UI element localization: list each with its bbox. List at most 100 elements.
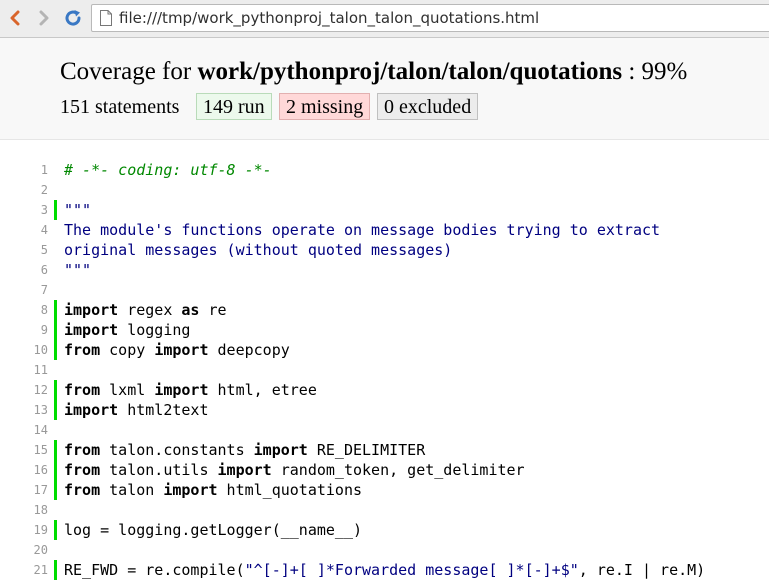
line-code: import logging [64, 320, 190, 340]
line-number[interactable]: 13 [0, 400, 48, 420]
missing-toggle-button[interactable]: 2 missing [279, 93, 371, 120]
line-number[interactable]: 7 [0, 280, 48, 300]
line-number[interactable]: 3 [0, 200, 48, 220]
line-code: from talon import html_quotations [64, 480, 362, 500]
line-code: from talon.utils import random_token, ge… [64, 460, 525, 480]
keyword-token: import [217, 461, 272, 479]
keyword-token: from [64, 461, 101, 479]
source-line: 12 from lxml import html, etree [0, 380, 769, 400]
source-line: 9 import logging [0, 320, 769, 340]
line-number[interactable]: 19 [0, 520, 48, 540]
source-line: 17 from talon import html_quotations [0, 480, 769, 500]
line-number[interactable]: 15 [0, 440, 48, 460]
string-token: The module's functions operate on messag… [64, 221, 661, 239]
forward-button[interactable] [33, 7, 55, 29]
line-code: # -*- coding: utf-8 -*- [64, 160, 272, 180]
line-number[interactable]: 21 [0, 560, 48, 580]
run-toggle-button[interactable]: 149 run [196, 93, 272, 120]
keyword-token: from [64, 381, 101, 399]
line-code: log = logging.getLogger(__name__) [64, 520, 362, 540]
keyword-token: from [64, 341, 101, 359]
source-line: 5 original messages (without quoted messa… [0, 240, 769, 260]
code-token: random_token, get_delimiter [271, 461, 525, 479]
line-number[interactable]: 18 [0, 500, 48, 520]
keyword-token: from [64, 481, 101, 499]
source-line: 6 """ [0, 260, 769, 280]
line-code: import html2text [64, 400, 209, 420]
chevron-right-icon [39, 10, 49, 26]
reload-button[interactable] [62, 7, 84, 29]
line-number[interactable]: 11 [0, 360, 48, 380]
source-line: 16 from talon.utils import random_token, … [0, 460, 769, 480]
run-marker [54, 460, 57, 480]
line-number[interactable]: 8 [0, 300, 48, 320]
code-token: lxml [100, 381, 155, 399]
chevron-left-icon [10, 10, 20, 26]
line-number[interactable]: 9 [0, 320, 48, 340]
run-marker [54, 380, 57, 400]
source-line: 1 # -*- coding: utf-8 -*- [0, 160, 769, 180]
run-marker [54, 320, 57, 340]
run-marker [54, 440, 57, 460]
code-token: logging [118, 321, 191, 339]
source-line: 8 import regex as re [0, 300, 769, 320]
run-marker [54, 480, 57, 500]
coverage-header: Coverage for work/pythonproj/talon/talon… [0, 38, 769, 140]
code-token: re [199, 301, 227, 319]
line-number[interactable]: 16 [0, 460, 48, 480]
comment-token: # -*- coding: utf-8 -*- [64, 161, 272, 179]
code-token: talon.constants [100, 441, 254, 459]
url-text[interactable]: file:///tmp/work_pythonproj_talon_talon_… [119, 9, 539, 27]
run-marker [54, 400, 57, 420]
reload-icon [65, 10, 81, 26]
code-token: deepcopy [208, 341, 290, 359]
code-token: html, etree [208, 381, 317, 399]
line-number[interactable]: 4 [0, 220, 48, 240]
address-bar[interactable]: file:///tmp/work_pythonproj_talon_talon_… [91, 4, 769, 32]
page-title: Coverage for work/pythonproj/talon/talon… [60, 58, 687, 86]
source-line: 7 [0, 280, 769, 300]
keyword-token: import [163, 481, 218, 499]
line-number[interactable]: 5 [0, 240, 48, 260]
code-token: talon [100, 481, 164, 499]
source-line: 3 """ [0, 200, 769, 220]
module-path: work/pythonproj/talon/talon/quotations [197, 58, 623, 85]
statements-count: 151 statements [60, 96, 180, 118]
line-number[interactable]: 1 [0, 160, 48, 180]
code-token: log = logging.getLogger(__name__) [64, 521, 363, 539]
line-number[interactable]: 14 [0, 420, 48, 440]
line-code: original messages (without quoted messag… [64, 240, 452, 260]
page-icon [100, 10, 112, 26]
line-code: RE_FWD = re.compile("^[-]+[ ]*Forwarded … [64, 560, 705, 580]
line-code: """ [64, 260, 91, 280]
code-token: , re.I | re.M) [578, 561, 706, 579]
line-number[interactable]: 17 [0, 480, 48, 500]
line-code: from talon.constants import RE_DELIMITER [64, 440, 425, 460]
code-token: copy [100, 341, 155, 359]
keyword-token: import [253, 441, 308, 459]
line-number[interactable]: 6 [0, 260, 48, 280]
code-token: html_quotations [217, 481, 363, 499]
string-token: original messages (without quoted messag… [64, 241, 453, 259]
back-button[interactable] [4, 7, 26, 29]
source-line: 19 log = logging.getLogger(__name__) [0, 520, 769, 540]
line-number[interactable]: 12 [0, 380, 48, 400]
code-token: html2text [118, 401, 209, 419]
line-code: The module's functions operate on messag… [64, 220, 660, 240]
run-marker [54, 340, 57, 360]
run-marker [54, 200, 57, 220]
excluded-toggle-button[interactable]: 0 excluded [377, 93, 479, 120]
code-token: regex [118, 301, 182, 319]
title-prefix: Coverage for [60, 58, 192, 85]
line-number[interactable]: 20 [0, 540, 48, 560]
string-token: """ [64, 201, 92, 219]
source-line: 10 from copy import deepcopy [0, 340, 769, 360]
line-number[interactable]: 2 [0, 180, 48, 200]
keyword-token: import [64, 321, 119, 339]
line-code: """ [64, 200, 91, 220]
line-code: from lxml import html, etree [64, 380, 317, 400]
source-line: 20 [0, 540, 769, 560]
line-number[interactable]: 10 [0, 340, 48, 360]
keyword-token: as [181, 301, 200, 319]
code-token: RE_FWD = re.compile( [64, 561, 245, 579]
